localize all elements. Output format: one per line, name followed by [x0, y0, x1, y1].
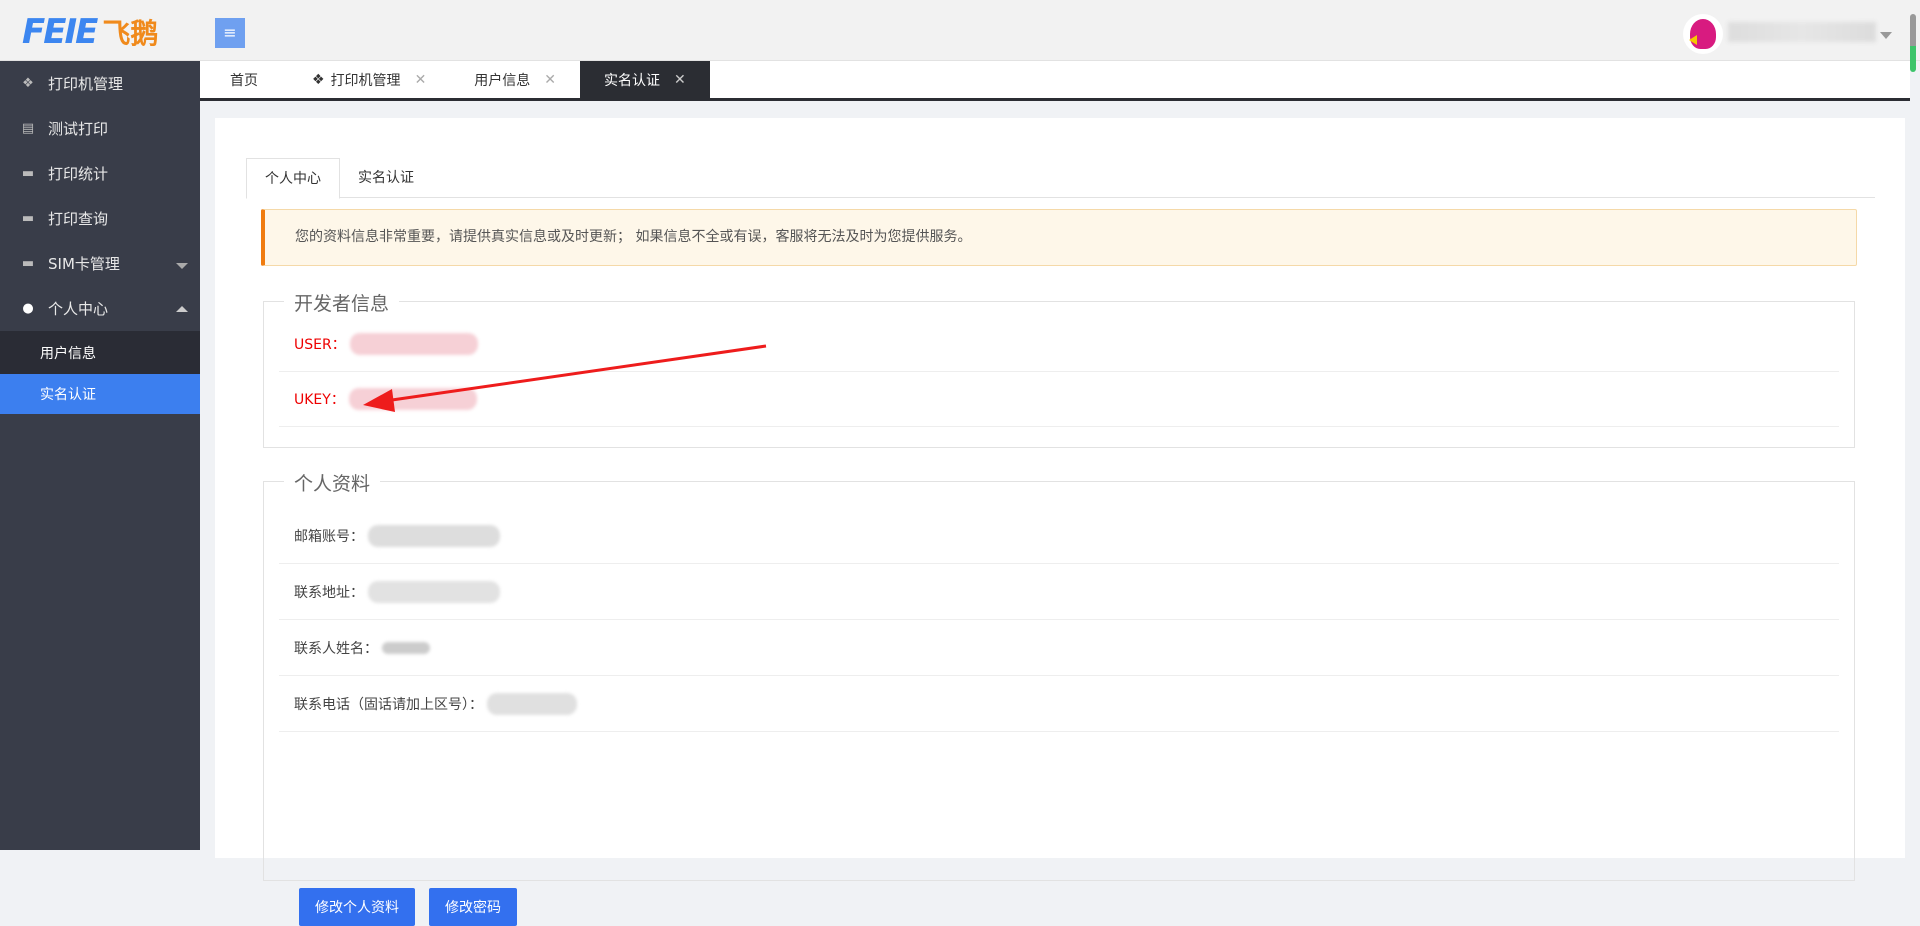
arrow-head-icon — [363, 389, 395, 412]
edit-profile-button[interactable]: 修改个人资料 — [299, 888, 415, 926]
change-password-button[interactable]: 修改密码 — [429, 888, 517, 926]
annotation-arrow — [363, 344, 767, 412]
arrow-shaft — [384, 344, 767, 403]
